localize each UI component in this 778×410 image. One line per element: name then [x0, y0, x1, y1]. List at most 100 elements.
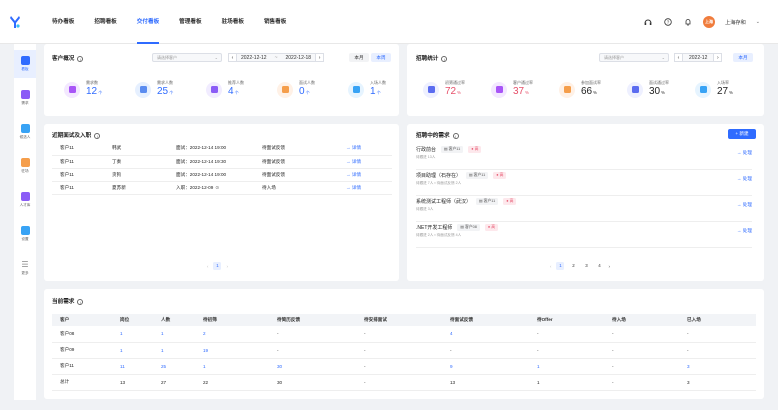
- table-row: 客户09 1 1 19- - - - - -: [52, 342, 756, 359]
- detail-link[interactable]: → 详情: [342, 181, 392, 195]
- table-cell[interactable]: 1: [529, 358, 604, 375]
- table-cell: -: [269, 326, 356, 343]
- table-cell: -: [604, 374, 679, 391]
- priority-badge: ● 高: [503, 198, 517, 205]
- table-cell[interactable]: 3: [679, 358, 756, 375]
- sidebar-item[interactable]: 人才库: [14, 186, 36, 214]
- app-logo[interactable]: [0, 0, 30, 44]
- chevron-down-icon[interactable]: ⌄: [756, 19, 760, 25]
- page-button[interactable]: 1: [556, 262, 565, 270]
- list-item[interactable]: 行政前台 ▤ 客户11 ● 高待跟进 13人 → 处理: [416, 146, 752, 170]
- stat-icon: [206, 81, 222, 98]
- table-cell[interactable]: 25: [153, 358, 195, 375]
- avatar[interactable]: 上海: [703, 16, 716, 28]
- sidebar-item-icon: [20, 226, 30, 235]
- detail-link[interactable]: → 详情: [342, 142, 392, 156]
- candidate-name: 夏苏新: [112, 181, 176, 195]
- table-cell[interactable]: 1: [153, 342, 195, 359]
- info-icon: i: [94, 132, 101, 139]
- sidebar-item[interactable]: ☰ 更多: [14, 254, 36, 282]
- table-cell[interactable]: 11: [112, 358, 153, 375]
- sidebar-item[interactable]: 候选人: [14, 118, 36, 146]
- status-cell: 待面试反馈: [262, 142, 342, 156]
- headset-icon[interactable]: [643, 17, 653, 27]
- chevron-right-icon[interactable]: ›: [315, 53, 325, 62]
- table-cell: -: [679, 342, 756, 359]
- table-cell[interactable]: 1: [112, 342, 153, 359]
- process-link[interactable]: → 处理: [737, 202, 752, 208]
- chevron-left-icon[interactable]: ‹: [207, 264, 208, 269]
- list-item[interactable]: 系统测试工程师（武汉） ▤ 客户11 ● 高待跟进 3人 → 处理: [416, 198, 752, 222]
- customer-badge: ▤ 客户11: [466, 172, 489, 179]
- chevron-right-icon[interactable]: ›: [226, 264, 227, 269]
- detail-link[interactable]: → 详情: [342, 155, 392, 169]
- date-start[interactable]: 2022-12-12: [241, 55, 267, 61]
- table-cell[interactable]: 1: [112, 326, 153, 343]
- stat-icon: [695, 81, 711, 98]
- customer-select[interactable]: 请选择客户 ⌄: [152, 53, 222, 62]
- info-icon: i: [452, 132, 459, 139]
- table-cell: -: [356, 374, 442, 391]
- page-button[interactable]: 2: [569, 262, 577, 270]
- column-header: 人数: [153, 314, 195, 326]
- user-name[interactable]: 上海存和: [725, 19, 746, 26]
- menu-icon: ☰: [21, 259, 29, 269]
- this-month-button[interactable]: 本月: [349, 53, 369, 62]
- help-icon[interactable]: ?: [663, 17, 673, 27]
- list-item[interactable]: .NET开发工程师 ▤ 客户08 ● 高待跟进 2人 ▪ 待面试反馈 4人 → 处理: [416, 224, 752, 248]
- chevron-left-icon[interactable]: ‹: [228, 53, 237, 62]
- table-cell[interactable]: 1: [195, 358, 269, 375]
- sidebar-item[interactable]: 设置: [14, 220, 36, 248]
- table-cell[interactable]: 9: [442, 358, 529, 375]
- detail-link[interactable]: → 详情: [342, 168, 392, 182]
- table-cell[interactable]: 30: [269, 358, 356, 375]
- sidebar-item-label: 候选人: [19, 135, 31, 139]
- date-range-picker[interactable]: ‹ 2022-12-12 ~2022-12-18 ›: [228, 53, 325, 62]
- nav-tab[interactable]: 销售看板: [264, 0, 286, 44]
- page-button[interactable]: 3: [582, 262, 590, 270]
- chevron-right-icon[interactable]: ›: [713, 53, 723, 62]
- list-item[interactable]: 项目助理（石存在） ▤ 客户11 ● 高待跟进 7人 ▪ 待面试反馈 2人 → 处理: [416, 172, 752, 196]
- stat-icon: [64, 81, 80, 98]
- sidebar-item[interactable]: 驻场: [14, 152, 36, 180]
- month-picker[interactable]: ‹ 2022-12 ›: [674, 53, 723, 62]
- stat-tile: 参加面试率 66%: [559, 80, 601, 99]
- chevron-right-icon[interactable]: ›: [608, 264, 609, 269]
- sidebar-item[interactable]: 看板: [14, 50, 36, 78]
- table-cell[interactable]: 19: [195, 342, 269, 359]
- date-end[interactable]: 2022-12-18: [286, 55, 312, 61]
- sidebar-item[interactable]: 需求: [14, 84, 36, 112]
- table-cell: 客户09: [52, 342, 112, 359]
- month-value[interactable]: 2022-12: [689, 55, 707, 61]
- this-week-button[interactable]: 本周: [371, 53, 391, 62]
- recruit-stats-title: 招聘统计 i: [416, 54, 448, 62]
- table-cell: 30: [269, 374, 356, 391]
- add-requirement-button[interactable]: + 新建: [728, 129, 756, 139]
- sidebar-item-label: 更多: [21, 270, 29, 275]
- process-link[interactable]: → 处理: [737, 228, 752, 234]
- chevron-left-icon[interactable]: ‹: [550, 264, 551, 269]
- nav-tab[interactable]: 招聘看板: [94, 0, 116, 44]
- chevron-left-icon[interactable]: ‹: [674, 53, 683, 62]
- customer-select[interactable]: 请选择客户 ⌄: [599, 53, 669, 62]
- table-cell: -: [529, 326, 604, 343]
- table-cell[interactable]: 4: [442, 326, 529, 343]
- bell-icon[interactable]: [683, 17, 693, 27]
- process-link[interactable]: → 处理: [737, 176, 752, 182]
- app-root: 待办看板 招聘看板 交付看板 管理看板 驻场看板 销售看板 ? 上海 上海存和 ⌄ 看板需…: [0, 0, 778, 410]
- nav-tab[interactable]: 管理看板: [179, 0, 201, 44]
- process-link[interactable]: → 处理: [737, 150, 752, 156]
- sidebar-item-label: 驻场: [21, 169, 29, 173]
- page-button[interactable]: 4: [595, 262, 603, 270]
- customer-badge: ▤ 客户11: [476, 198, 499, 205]
- nav-tab[interactable]: 待办看板: [52, 0, 74, 44]
- stat-icon: [627, 81, 643, 98]
- table-row: 客户11 韩武 面试：2022-12-14 19:00 待面试反馈 → 详情: [52, 142, 392, 156]
- customer-badge: ▤ 客户08: [457, 224, 480, 231]
- nav-tab[interactable]: 交付看板: [136, 0, 160, 44]
- table-cell[interactable]: 2: [195, 326, 269, 343]
- page-button[interactable]: 1: [213, 262, 222, 270]
- nav-tab[interactable]: 驻场看板: [222, 0, 244, 44]
- this-month-button[interactable]: 本月: [733, 53, 753, 62]
- table-cell[interactable]: 1: [153, 326, 195, 343]
